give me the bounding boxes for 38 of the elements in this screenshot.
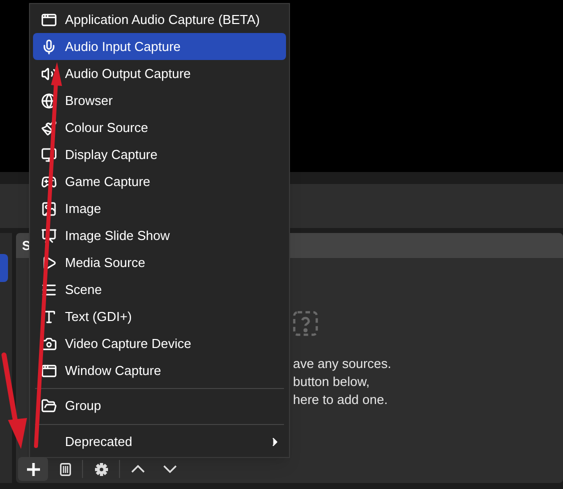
chevron-up-icon [131, 465, 145, 473]
menu-item[interactable]: Game Capture [33, 168, 286, 195]
menu-item[interactable]: Colour Source [33, 114, 286, 141]
menu-item[interactable]: Browser [33, 87, 286, 114]
window-icon [40, 362, 56, 378]
chevron-down-icon [163, 465, 177, 473]
gamepad-icon [40, 174, 56, 190]
settings-icon [94, 462, 108, 476]
trash-icon [60, 462, 70, 476]
question-icon [292, 310, 319, 337]
menu-item[interactable]: Application Audio Capture (BETA) [33, 6, 286, 33]
menu-item[interactable]: Image [33, 195, 286, 222]
menu-item[interactable]: Image Slide Show [33, 222, 286, 249]
menu-item[interactable]: Text (GDI+) [33, 303, 286, 330]
menu-item[interactable]: Audio Input Capture [33, 33, 286, 60]
menu-item[interactable]: Video Capture Device [33, 330, 286, 357]
image-icon [40, 200, 56, 216]
microphone-icon [40, 38, 56, 54]
menu-item[interactable]: Display Capture [33, 141, 286, 168]
add-button[interactable] [18, 457, 48, 481]
speaker-icon [40, 66, 56, 82]
globe-icon [40, 92, 56, 108]
slideshow-icon [40, 228, 56, 244]
monitor-icon [40, 146, 56, 162]
empty-message-line: button below, [293, 373, 371, 391]
empty-message-line: ave any sources. [293, 355, 392, 373]
paintbrush-icon [40, 120, 56, 136]
menu-item[interactable]: Audio Output Capture [33, 60, 286, 87]
camera-icon [40, 336, 56, 352]
menu-item[interactable]: Window Capture [33, 357, 286, 384]
play-icon [40, 254, 56, 270]
plus-icon [26, 462, 40, 476]
menu-item[interactable]: Scene [33, 276, 286, 303]
folder-icon [40, 398, 56, 414]
submenu-item[interactable]: Deprecated [33, 428, 286, 455]
menu-item[interactable]: Group [33, 392, 286, 420]
empty-message-line: here to add one. [293, 391, 389, 409]
menu-item[interactable]: Media Source [33, 249, 286, 276]
